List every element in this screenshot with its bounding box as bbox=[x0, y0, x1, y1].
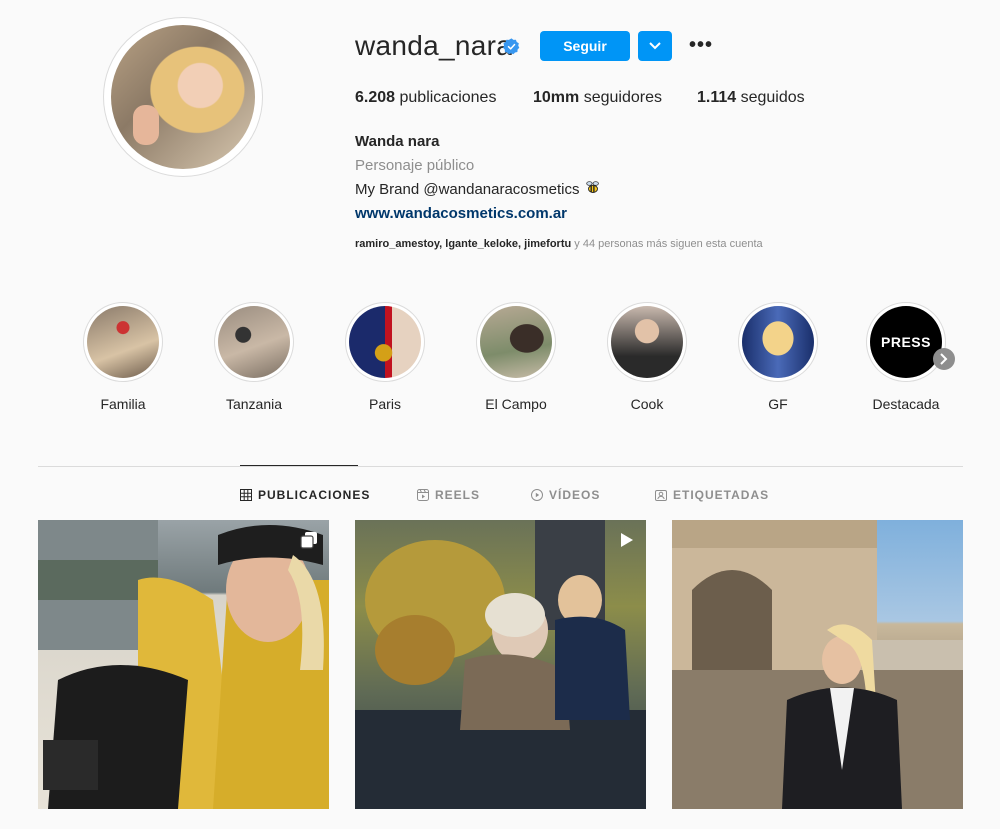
tagged-icon bbox=[655, 490, 667, 501]
post-thumbnail[interactable] bbox=[672, 520, 963, 809]
avatar-photo-detail bbox=[133, 105, 159, 145]
highlight-ring bbox=[738, 302, 818, 382]
highlight-tanzania[interactable]: Tanzania bbox=[212, 302, 296, 412]
highlight-el-campo[interactable]: El Campo bbox=[474, 302, 558, 412]
post-thumbnail[interactable] bbox=[355, 520, 646, 809]
play-circle-icon bbox=[531, 489, 543, 501]
profile-category: Personaje público bbox=[355, 157, 475, 174]
brand-line-text[interactable]: My Brand @wandanaracosmetics bbox=[355, 181, 580, 198]
followers-link[interactable]: 10mm seguidores bbox=[533, 89, 662, 107]
highlight-ring bbox=[476, 302, 556, 382]
tab-publicaciones[interactable]: PUBLICACIONES bbox=[240, 488, 370, 502]
grid-icon bbox=[240, 489, 252, 501]
posts-count-stat: 6.208 publicaciones bbox=[355, 89, 496, 107]
followers-count: 10mm bbox=[533, 89, 580, 106]
posts-label: publicaciones bbox=[399, 89, 497, 106]
followed-by-text[interactable]: ramiro_amestoy, lgante_keloke, jimefortu… bbox=[355, 238, 763, 250]
profile-avatar-ring[interactable] bbox=[103, 17, 263, 177]
followers-label: seguidores bbox=[583, 89, 662, 106]
highlight-label: Tanzania bbox=[225, 396, 283, 412]
more-options-button[interactable]: ••• bbox=[688, 34, 714, 56]
tab-label: PUBLICACIONES bbox=[258, 488, 371, 502]
highlight-label: Cook bbox=[630, 396, 664, 412]
follow-button[interactable]: Seguir bbox=[540, 31, 630, 61]
highlight-cover bbox=[349, 306, 421, 378]
tab-label: REELS bbox=[435, 488, 481, 502]
tab-videos[interactable]: VÍDEOS bbox=[531, 488, 600, 502]
tab-etiquetadas[interactable]: ETIQUETADAS bbox=[655, 488, 769, 502]
highlight-ring bbox=[607, 302, 687, 382]
following-link[interactable]: 1.114 seguidos bbox=[697, 89, 805, 107]
profile-brand-line: My Brand @wandanaracosmetics bbox=[355, 178, 602, 202]
posts-count: 6.208 bbox=[355, 89, 396, 106]
highlight-cook[interactable]: Cook bbox=[605, 302, 689, 412]
post-thumbnail[interactable] bbox=[38, 520, 329, 809]
profile-website-link[interactable]: www.wandacosmetics.com.ar bbox=[355, 202, 602, 226]
verified-badge-icon bbox=[503, 38, 520, 55]
tab-label: VÍDEOS bbox=[549, 488, 601, 502]
active-tab-indicator bbox=[240, 465, 358, 466]
post-image bbox=[355, 520, 646, 809]
highlight-cover bbox=[611, 306, 683, 378]
suggestions-dropdown-button[interactable] bbox=[638, 31, 672, 61]
highlight-label: El Campo bbox=[485, 396, 547, 412]
highlight-cover bbox=[87, 306, 159, 378]
profile-full-name: Wanda nara bbox=[355, 133, 440, 150]
highlight-label: GF bbox=[768, 396, 788, 412]
tab-reels[interactable]: REELS bbox=[417, 488, 480, 502]
highlight-cover bbox=[218, 306, 290, 378]
highlight-cover-press: PRESS bbox=[870, 306, 942, 378]
highlight-familia[interactable]: Familia bbox=[81, 302, 165, 412]
profile-avatar[interactable] bbox=[111, 25, 255, 169]
highlight-ring bbox=[214, 302, 294, 382]
profile-username: wanda_nara bbox=[355, 30, 513, 61]
bee-emoji-icon bbox=[585, 181, 599, 193]
play-icon bbox=[621, 533, 633, 547]
highlight-paris[interactable]: Paris bbox=[343, 302, 427, 412]
followed-by-suffix: y 44 personas más siguen esta cuenta bbox=[574, 238, 763, 250]
tabs-divider bbox=[38, 466, 963, 467]
reels-icon bbox=[417, 489, 429, 501]
post-image bbox=[38, 520, 329, 809]
chevron-down-icon bbox=[649, 42, 661, 50]
highlight-ring bbox=[345, 302, 425, 382]
following-label: seguidos bbox=[740, 89, 805, 106]
highlight-label: Familia bbox=[100, 396, 146, 412]
highlight-ring: PRESS bbox=[866, 302, 946, 382]
following-count: 1.114 bbox=[697, 89, 737, 106]
highlight-ring bbox=[83, 302, 163, 382]
highlight-label: Paris bbox=[369, 396, 401, 412]
highlight-cover bbox=[742, 306, 814, 378]
carousel-icon bbox=[300, 532, 317, 549]
highlights-next-button[interactable] bbox=[933, 348, 955, 370]
chevron-right-icon bbox=[940, 353, 948, 365]
tab-label: ETIQUETADAS bbox=[673, 488, 770, 502]
followed-by-users: ramiro_amestoy, lgante_keloke, jimefortu bbox=[355, 238, 572, 250]
profile-bio: Wanda nara Personaje público My Brand @w… bbox=[355, 130, 602, 226]
post-image bbox=[672, 520, 963, 809]
highlight-gf[interactable]: GF bbox=[736, 302, 820, 412]
highlight-cover bbox=[480, 306, 552, 378]
highlight-label: Destacada bbox=[872, 396, 940, 412]
